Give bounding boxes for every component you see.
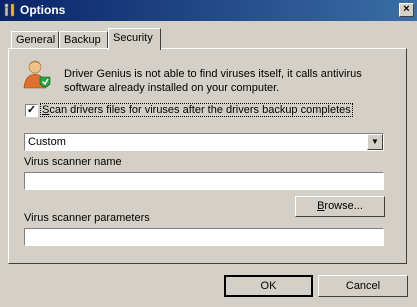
scanner-params-label: Virus scanner parameters xyxy=(24,212,150,224)
options-dialog: Options × General Backup Security Driver… xyxy=(0,0,417,307)
ok-button-label: OK xyxy=(260,280,277,292)
scan-checkbox[interactable]: ✓ xyxy=(25,104,38,117)
scan-checkbox-label-text: can drivers files for viruses after the … xyxy=(49,104,351,116)
close-icon: × xyxy=(403,3,410,15)
browse-button[interactable]: Browse... xyxy=(295,196,385,217)
info-text: Driver Genius is not able to find viruse… xyxy=(64,68,362,94)
ok-button[interactable]: OK xyxy=(224,275,313,297)
tab-security[interactable]: Security xyxy=(108,28,161,50)
scanner-select[interactable]: Custom ▼ xyxy=(24,133,384,151)
title-bar[interactable]: Options × xyxy=(0,0,417,21)
tools-icon xyxy=(4,3,15,17)
cancel-button-label: Cancel xyxy=(345,280,381,292)
tab-general[interactable]: General xyxy=(11,31,59,49)
tab-security-label: Security xyxy=(113,32,153,44)
window-title: Options xyxy=(20,3,66,17)
browse-button-label: rowse... xyxy=(324,200,363,212)
close-button[interactable]: × xyxy=(399,3,414,17)
scanner-name-input[interactable] xyxy=(24,172,384,190)
scanner-name-label: Virus scanner name xyxy=(24,156,122,168)
tab-backup[interactable]: Backup xyxy=(59,31,108,49)
scanner-params-input[interactable] xyxy=(24,228,384,246)
tab-backup-label: Backup xyxy=(64,34,101,46)
dropdown-arrow-button[interactable]: ▼ xyxy=(367,134,383,150)
chevron-down-icon: ▼ xyxy=(371,137,379,146)
tab-general-label: General xyxy=(16,34,56,46)
scanner-select-value: Custom xyxy=(28,136,66,148)
user-shield-icon xyxy=(23,60,51,89)
scan-checkbox-label[interactable]: Scan drivers files for viruses after the… xyxy=(40,103,353,117)
check-icon: ✓ xyxy=(26,104,37,116)
cancel-button[interactable]: Cancel xyxy=(318,275,408,297)
